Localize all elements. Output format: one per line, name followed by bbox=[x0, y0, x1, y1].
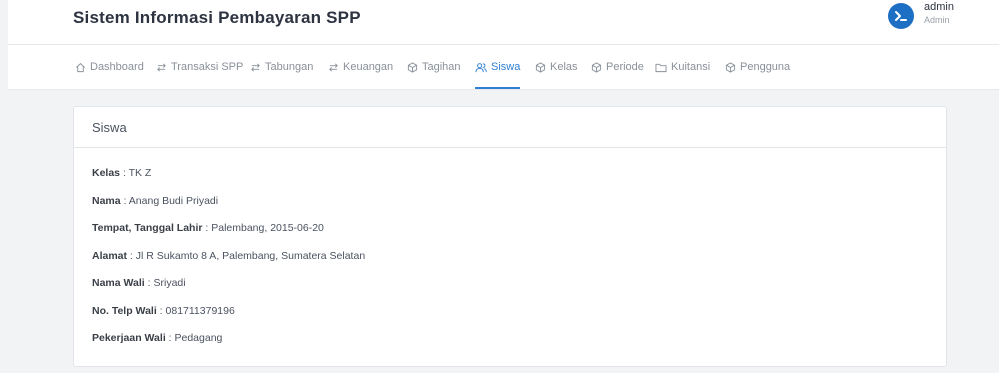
user-role: Admin bbox=[924, 15, 950, 25]
field-tempat-tanggal-lahir: Tempat, Tanggal Lahir : Palembang, 2015-… bbox=[92, 222, 324, 234]
top-header: Sistem Informasi Pembayaran SPP admin Ad… bbox=[8, 0, 999, 44]
field-label: Pekerjaan Wali bbox=[92, 332, 166, 344]
app-title: Sistem Informasi Pembayaran SPP bbox=[73, 8, 361, 27]
nav-item-label: Pengguna bbox=[740, 61, 791, 73]
nav-item-label: Kelas bbox=[550, 61, 578, 73]
field-value: Jl R Sukamto 8 A, Palembang, Sumatera Se… bbox=[135, 250, 366, 262]
field-value: TK Z bbox=[128, 167, 152, 179]
card-title: Siswa bbox=[74, 107, 946, 148]
nav-item-label: Dashboard bbox=[90, 61, 144, 73]
nav-item-kuitansi[interactable]: Kuitansi bbox=[655, 45, 710, 89]
nav-item-dashboard[interactable]: Dashboard bbox=[75, 45, 144, 89]
field-label: Alamat bbox=[92, 250, 128, 262]
cube-icon bbox=[407, 61, 418, 73]
nav-item-label: Kuitansi bbox=[671, 61, 711, 73]
nav-item-label: Keuangan bbox=[343, 61, 394, 73]
field-pekerjaan-wali: Pekerjaan Wali : Pedagang bbox=[92, 332, 223, 344]
nav-item-transaksi-spp[interactable]: Transaksi SPP bbox=[156, 45, 243, 89]
nav-item-label: Tagihan bbox=[422, 61, 461, 73]
swap-icon bbox=[157, 63, 166, 71]
cube-icon bbox=[591, 61, 602, 73]
field-value: Pedagang bbox=[174, 332, 223, 344]
folder-icon bbox=[655, 63, 667, 72]
field-label: Nama bbox=[92, 195, 121, 207]
field-value: Sriyadi bbox=[153, 277, 186, 289]
terminal-icon bbox=[895, 11, 907, 21]
nav-item-tabungan[interactable]: Tabungan bbox=[250, 45, 313, 89]
field-value: 081711379196 bbox=[165, 305, 235, 317]
student-detail-card: Siswa Kelas : TK Z Nama : Anang Budi Pri… bbox=[73, 106, 947, 367]
field-value: Anang Budi Priyadi bbox=[128, 195, 219, 207]
field-value: Palembang, 2015-06-20 bbox=[211, 222, 324, 234]
field-nama: Nama : Anang Budi Priyadi bbox=[92, 195, 219, 207]
nav-item-label: Siswa bbox=[491, 61, 521, 73]
cube-icon bbox=[725, 61, 736, 73]
nav-item-pengguna[interactable]: Pengguna bbox=[725, 45, 790, 89]
swap-icon bbox=[251, 63, 260, 71]
field-label: Kelas bbox=[92, 167, 121, 179]
user-name: admin bbox=[924, 1, 954, 13]
nav-item-tagihan[interactable]: Tagihan bbox=[407, 45, 461, 89]
field-no-telp-wali: No. Telp Wali : 081711379196 bbox=[92, 305, 235, 317]
nav-item-kelas[interactable]: Kelas bbox=[535, 45, 578, 89]
nav-item-periode[interactable]: Periode bbox=[591, 45, 644, 89]
nav-item-label: Transaksi SPP bbox=[171, 61, 244, 73]
swap-icon bbox=[329, 63, 338, 71]
field-label: Tempat, Tanggal Lahir bbox=[92, 222, 203, 234]
home-icon bbox=[76, 62, 85, 72]
field-nama-wali: Nama Wali : Sriyadi bbox=[92, 277, 186, 289]
nav-item-keuangan[interactable]: Keuangan bbox=[328, 45, 393, 89]
nav-item-label: Periode bbox=[606, 61, 644, 73]
field-label: No. Telp Wali bbox=[92, 305, 157, 317]
nav-item-siswa[interactable]: Siswa bbox=[475, 45, 521, 89]
main-nav: Dashboard Transaksi SPP Tabungan Keuanga… bbox=[8, 44, 999, 90]
field-alamat: Alamat : Jl R Sukamto 8 A, Palembang, Su… bbox=[92, 250, 366, 262]
field-kelas: Kelas : TK Z bbox=[92, 167, 152, 179]
cube-icon bbox=[535, 61, 546, 73]
users-icon bbox=[475, 62, 487, 72]
field-label: Nama Wali bbox=[92, 277, 145, 289]
nav-item-label: Tabungan bbox=[265, 61, 314, 73]
avatar[interactable] bbox=[888, 3, 914, 29]
